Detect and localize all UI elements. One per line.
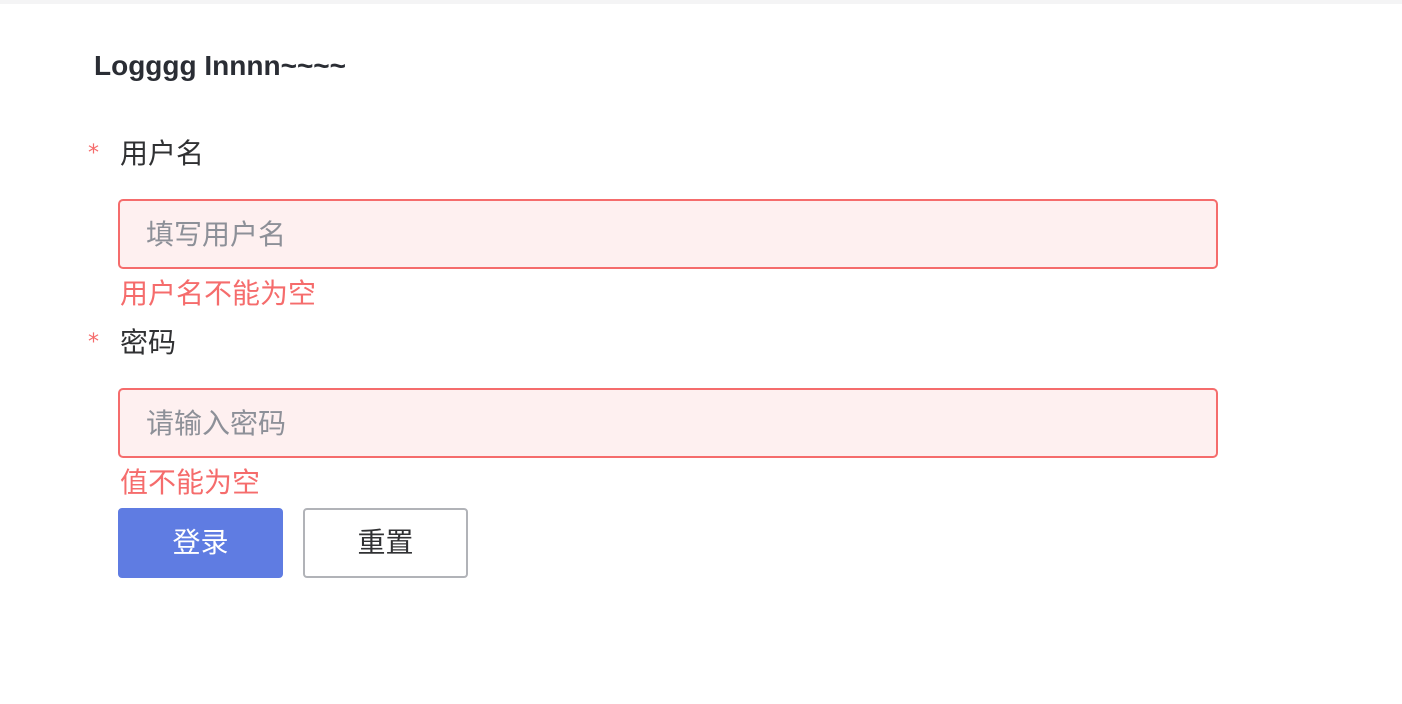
- password-input[interactable]: [118, 388, 1218, 458]
- username-label-text: 用户名: [120, 137, 205, 170]
- username-input[interactable]: [118, 199, 1218, 269]
- password-label-text: 密码: [120, 326, 177, 359]
- username-error-message: 用户名不能为空: [120, 277, 317, 310]
- reset-button[interactable]: 重置: [303, 508, 468, 578]
- required-asterisk: *: [88, 141, 99, 166]
- password-error-message: 值不能为空: [120, 466, 261, 499]
- form-title: Logggg Innnn~~~~: [94, 50, 346, 81]
- login-button[interactable]: 登录: [118, 508, 283, 578]
- required-asterisk: *: [88, 330, 99, 355]
- top-divider: [0, 0, 1402, 4]
- username-label: * 用户名: [88, 136, 204, 172]
- password-label: * 密码: [88, 325, 176, 361]
